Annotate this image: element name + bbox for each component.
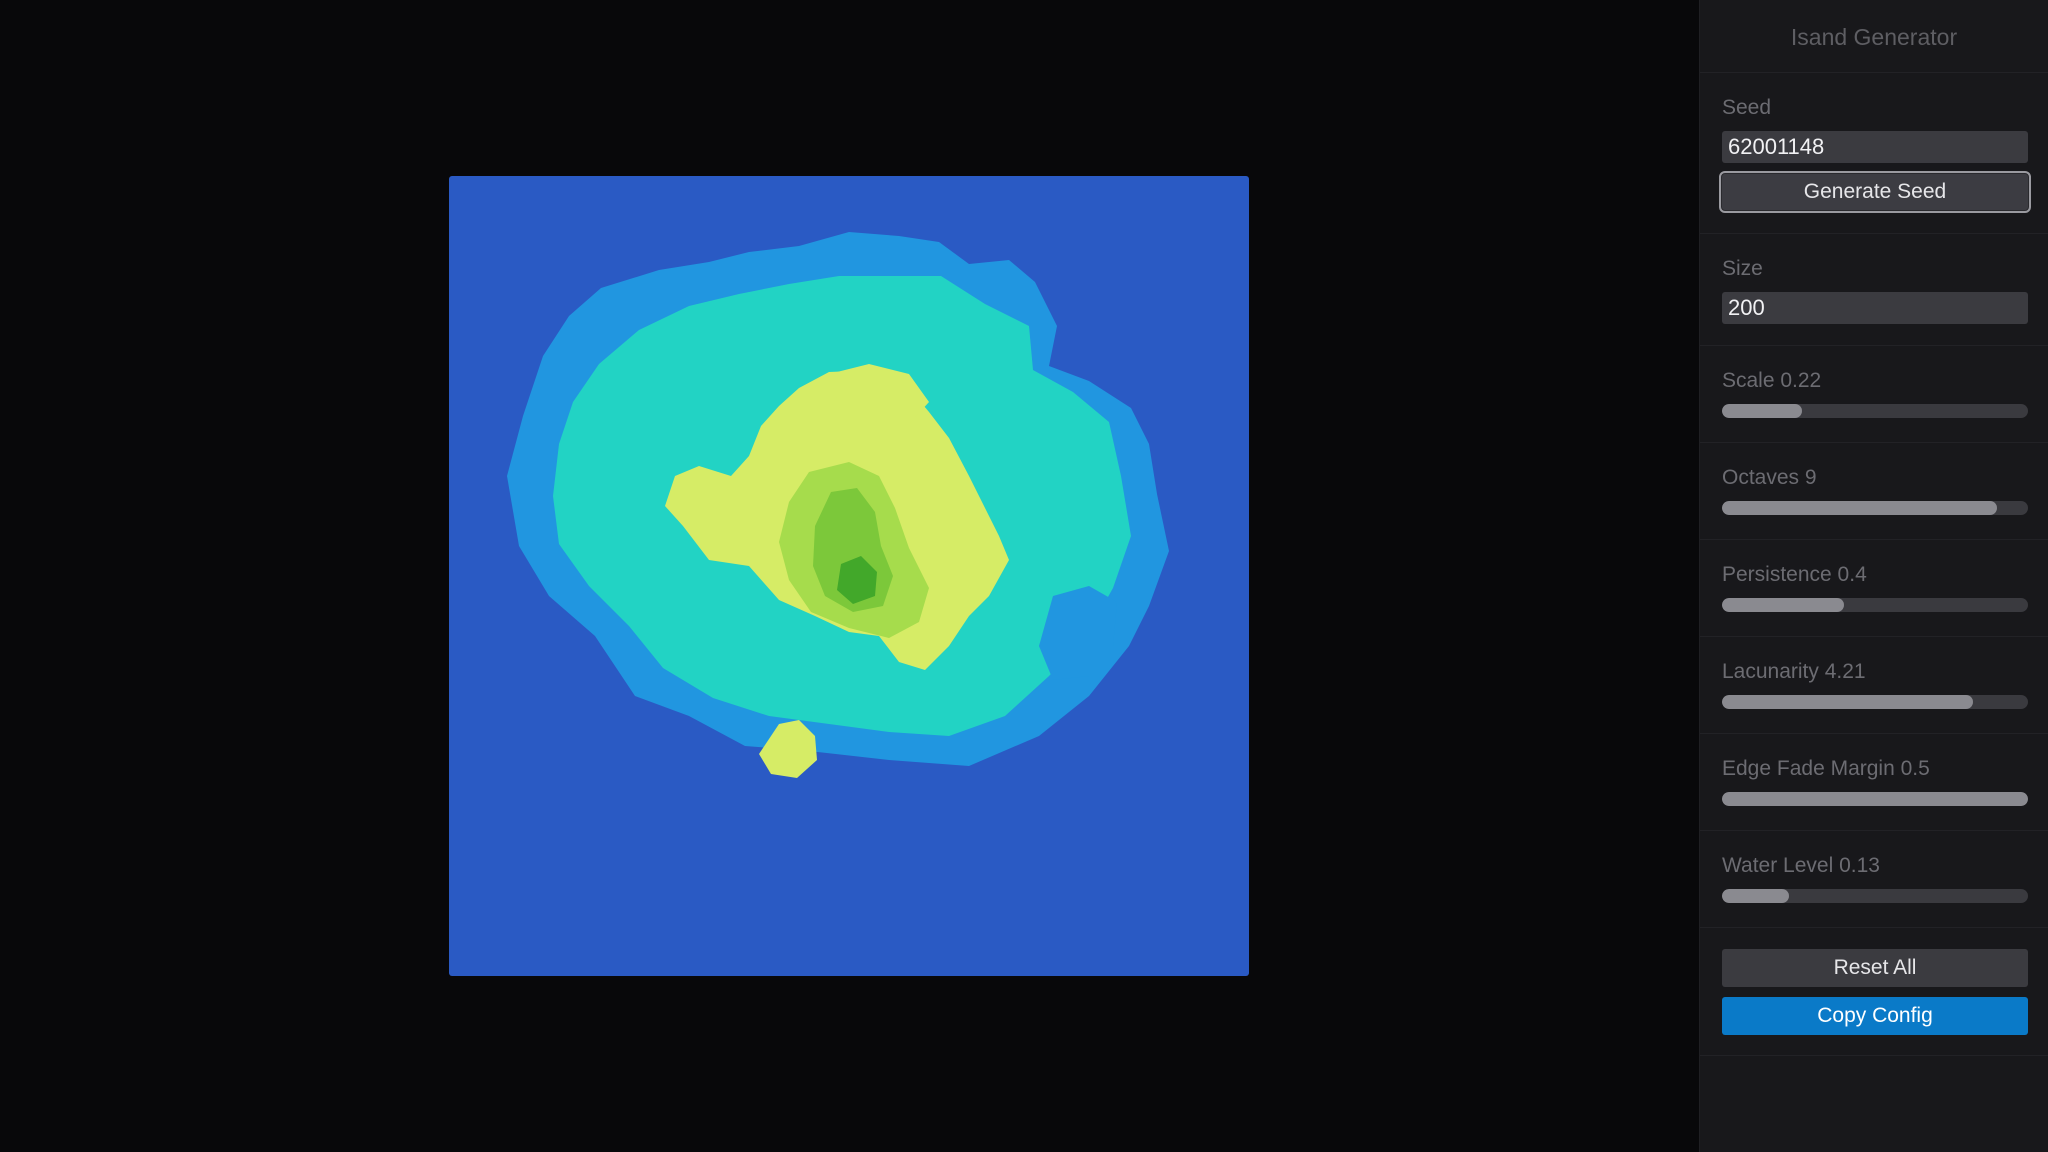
generate-seed-button[interactable]: Generate Seed [1719,171,2031,213]
octaves-label: Octaves 9 [1722,466,1817,489]
edge-fade-margin-slider-fill [1722,792,2028,806]
seed-input[interactable] [1722,131,2028,163]
reset-all-button[interactable]: Reset All [1722,949,2028,987]
actions-section: Reset All Copy Config [1700,928,2048,1056]
panel-title: Isand Generator [1700,0,2048,73]
size-section: Size [1700,234,2048,346]
lacunarity-slider-fill [1722,695,1973,709]
lacunarity-slider[interactable] [1722,695,2028,709]
edge-fade-margin-label: Edge Fade Margin 0.5 [1722,757,1930,780]
water-level-slider[interactable] [1722,889,2028,903]
size-label: Size [1722,257,1763,280]
water-level-slider-fill [1722,889,1790,903]
scale-slider[interactable] [1722,404,2028,418]
copy-config-button[interactable]: Copy Config [1722,997,2028,1035]
seed-label: Seed [1722,96,1772,119]
persistence-slider[interactable] [1722,598,2028,612]
app-root: Isand Generator Seed Generate Seed Size … [0,0,2048,1152]
scale-label: Scale 0.22 [1722,369,1822,392]
octaves-section: Octaves 9 [1700,443,2048,540]
water-level-label: Water Level 0.13 [1722,854,1880,877]
settings-panel: Isand Generator Seed Generate Seed Size … [1699,0,2048,1152]
persistence-section: Persistence 0.4 [1700,540,2048,637]
persistence-label: Persistence 0.4 [1722,563,1867,586]
edge-fade-margin-slider[interactable] [1722,792,2028,806]
octaves-slider[interactable] [1722,501,2028,515]
octaves-slider-fill [1722,501,1998,515]
size-input[interactable] [1722,292,2028,324]
map-viewport [0,0,1699,1152]
island-map-canvas [449,176,1249,976]
seed-section: Seed Generate Seed [1700,73,2048,234]
edge-fade-margin-section: Edge Fade Margin 0.5 [1700,734,2048,831]
water-level-section: Water Level 0.13 [1700,831,2048,928]
persistence-slider-fill [1722,598,1845,612]
scale-slider-fill [1722,404,1802,418]
island-map [449,176,1249,976]
lacunarity-section: Lacunarity 4.21 [1700,637,2048,734]
lacunarity-label: Lacunarity 4.21 [1722,660,1866,683]
scale-section: Scale 0.22 [1700,346,2048,443]
